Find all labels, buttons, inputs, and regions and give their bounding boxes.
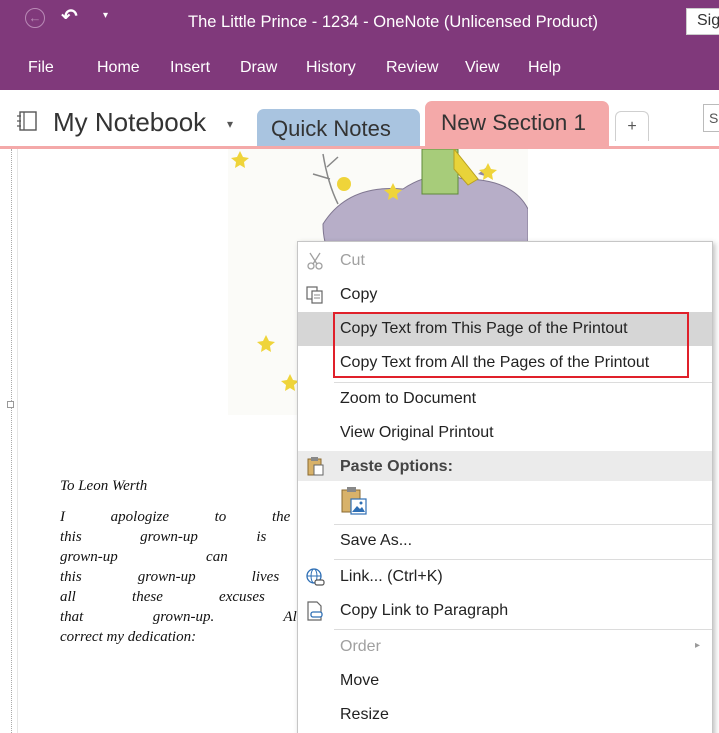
scissors-icon (307, 252, 323, 270)
tab-new-section-1[interactable]: New Section 1 (425, 101, 609, 146)
highlight-box (333, 312, 689, 378)
resize-handle[interactable] (7, 401, 14, 408)
menu-item-label: Paste Options: (340, 458, 453, 475)
menu-item-label: Order (340, 638, 381, 655)
clipboard-icon (307, 457, 324, 476)
menu-item-move[interactable]: Move (298, 664, 712, 698)
menu-item-label: Save As... (340, 532, 413, 549)
ribbon-menu-bar: File Home Insert Draw History Review Vie… (0, 46, 719, 90)
window-title: The Little Prince - 1234 - OneNote (Unli… (188, 13, 598, 31)
customize-toolbar-icon[interactable]: ▾ (103, 10, 108, 21)
menu-view[interactable]: View (465, 59, 499, 77)
menu-review[interactable]: Review (386, 59, 438, 77)
menu-item-label: Resize (340, 706, 389, 723)
menu-item-copy-link-to-paragraph[interactable]: Copy Link to Paragraph (298, 594, 712, 628)
page-guide-line (11, 149, 12, 733)
menu-item-label: View Original Printout (340, 424, 494, 441)
paste-options-header: Paste Options: (298, 451, 712, 481)
search-input[interactable]: Se (703, 104, 719, 132)
paste-options-row (298, 482, 712, 522)
notebook-name[interactable]: My Notebook (53, 107, 206, 138)
menu-item-link[interactable]: Link... (Ctrl+K) (298, 560, 712, 594)
add-section-button[interactable]: + (615, 111, 649, 141)
menu-draw[interactable]: Draw (240, 59, 277, 77)
copy-icon (306, 286, 323, 304)
page-margin-line (17, 149, 18, 733)
menu-item-save-as[interactable]: Save As... (298, 524, 712, 558)
paste-picture-icon[interactable] (340, 486, 368, 516)
menu-item-resize[interactable]: Resize (298, 698, 712, 732)
menu-item-label: Zoom to Document (340, 390, 477, 407)
notebook-bar: My Notebook ▾ Quick Notes New Section 1 … (0, 90, 719, 146)
menu-history[interactable]: History (306, 59, 356, 77)
menu-item-copy[interactable]: Copy (298, 278, 712, 312)
menu-insert[interactable]: Insert (170, 59, 210, 77)
tab-quick-notes[interactable]: Quick Notes (257, 109, 420, 146)
back-icon[interactable]: ← (25, 8, 45, 28)
menu-item-zoom-to-document[interactable]: Zoom to Document (298, 382, 712, 416)
menu-help[interactable]: Help (528, 59, 561, 77)
menu-item-order[interactable]: Order ▸ (298, 630, 712, 664)
sign-in-button[interactable]: Sig (686, 8, 719, 35)
menu-item-label: Cut (340, 252, 365, 269)
notebook-icon[interactable] (17, 111, 39, 131)
menu-item-cut[interactable]: Cut (298, 244, 712, 278)
menu-item-label: Copy (340, 286, 378, 303)
page-link-icon (307, 601, 323, 621)
menu-item-label: Copy Link to Paragraph (340, 602, 509, 619)
menu-home[interactable]: Home (97, 59, 140, 77)
chevron-down-icon[interactable]: ▾ (227, 117, 233, 131)
dedication-heading: To Leon Werth (60, 478, 148, 494)
menu-item-label: Link... (Ctrl+K) (340, 568, 443, 585)
menu-item-view-original-printout[interactable]: View Original Printout (298, 416, 712, 450)
undo-icon[interactable]: ↶ (61, 4, 78, 29)
menu-file[interactable]: File (28, 59, 54, 77)
chevron-right-icon: ▸ (694, 640, 700, 651)
title-bar: ← ↶ ▾ The Little Prince - 1234 - OneNote… (0, 0, 719, 46)
menu-item-label: Move (340, 672, 380, 689)
globe-link-icon (306, 568, 325, 586)
